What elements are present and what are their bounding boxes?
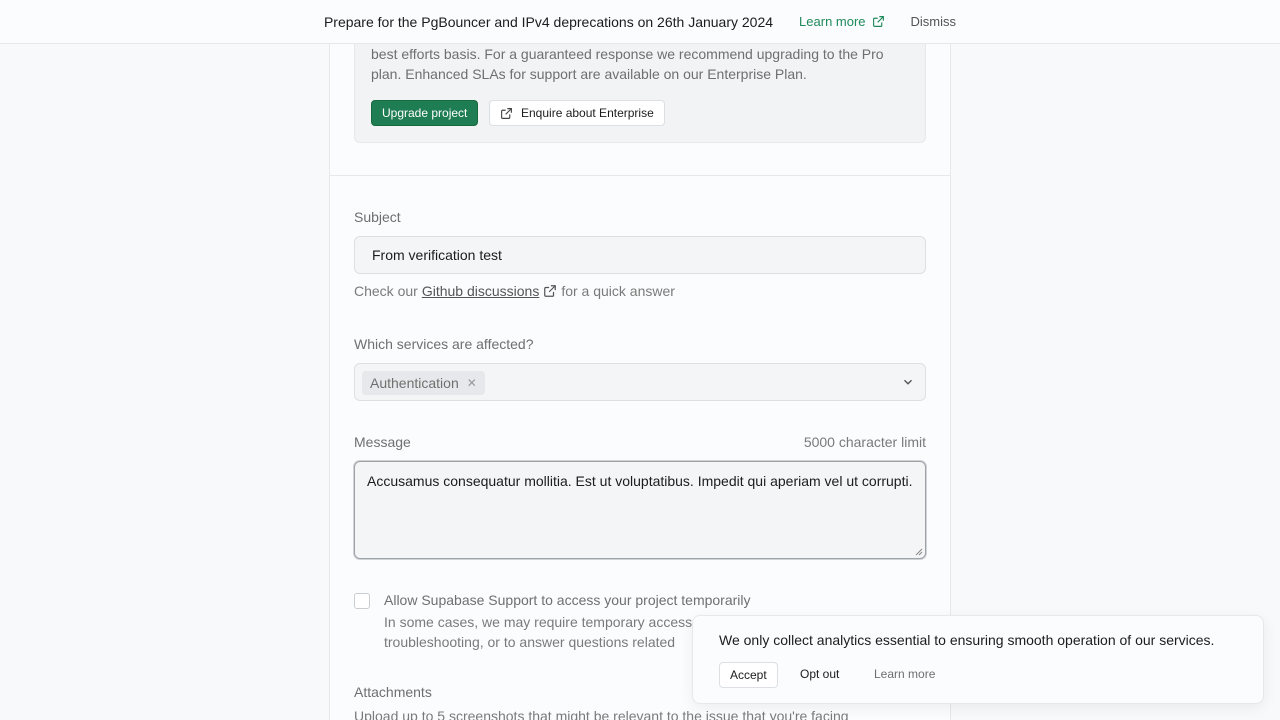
hint-prefix: Check our (354, 283, 418, 299)
accept-button[interactable]: Accept (719, 662, 778, 688)
allow-access-title: Allow Supabase Support to access your pr… (384, 592, 751, 608)
upgrade-project-button[interactable]: Upgrade project (371, 100, 479, 126)
services-multiselect[interactable]: Authentication ✕ (354, 363, 926, 401)
attachments-description: Upload up to 5 screenshots that might be… (354, 708, 849, 720)
message-label: Message (354, 434, 411, 450)
services-label: Which services are affected? (354, 336, 534, 352)
remove-chip-icon[interactable]: ✕ (467, 376, 477, 390)
chevron-down-icon[interactable] (901, 375, 915, 389)
subject-hint: Check our Github discussions for a quick… (354, 283, 675, 299)
plan-notice-text: best efforts basis. For a guaranteed res… (371, 46, 884, 82)
banner-learn-more-label: Learn more (799, 14, 866, 29)
banner-dismiss-button[interactable]: Dismiss (911, 14, 957, 29)
external-link-icon (872, 16, 884, 27)
section-divider (330, 175, 950, 176)
toast-learn-more-link[interactable]: Learn more (874, 667, 935, 681)
hint-suffix: for a quick answer (561, 283, 675, 299)
service-chip: Authentication ✕ (362, 371, 485, 395)
banner-text: Prepare for the PgBouncer and IPv4 depre… (323, 13, 774, 30)
allow-access-checkbox[interactable] (354, 593, 370, 609)
external-link-icon (501, 107, 512, 119)
attachments-label: Attachments (354, 684, 432, 700)
external-link-icon (544, 285, 557, 297)
message-text: Accusamus consequatur mollitia. Est ut v… (367, 473, 913, 489)
service-chip-label: Authentication (370, 375, 459, 391)
toast-text: We only collect analytics essential to e… (719, 632, 1215, 648)
enquire-enterprise-label: Enquire about Enterprise (521, 106, 654, 120)
github-discussions-link[interactable]: Github discussions (422, 283, 540, 299)
banner-learn-more-link[interactable]: Learn more (799, 14, 884, 29)
opt-out-button[interactable]: Opt out (800, 667, 839, 681)
support-form-panel: best efforts basis. For a guaranteed res… (329, 0, 951, 720)
character-limit: 5000 character limit (803, 434, 926, 450)
announcement-banner: Prepare for the PgBouncer and IPv4 depre… (0, 0, 1280, 44)
enquire-enterprise-button[interactable]: Enquire about Enterprise (489, 100, 665, 126)
cookie-consent-toast: We only collect analytics essential to e… (692, 615, 1264, 704)
subject-label: Subject (354, 209, 401, 225)
message-textarea[interactable]: Accusamus consequatur mollitia. Est ut v… (354, 461, 926, 559)
subject-input[interactable]: From verification test (354, 236, 926, 274)
resize-handle-icon[interactable] (915, 548, 923, 556)
